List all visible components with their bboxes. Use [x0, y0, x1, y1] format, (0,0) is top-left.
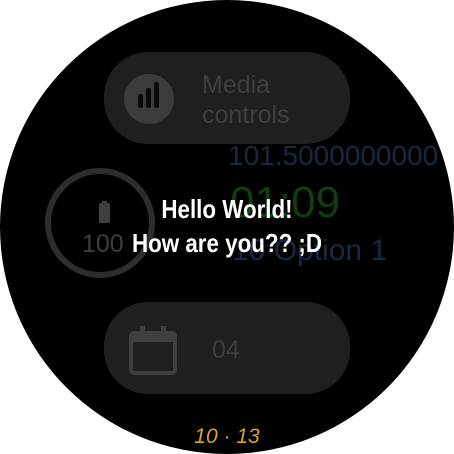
media-controls-label: Media controls — [202, 71, 290, 129]
media-controls-chip[interactable]: Media controls — [104, 52, 350, 144]
calendar-icon — [129, 326, 177, 375]
equalizer-bar — [146, 88, 151, 108]
equalizer-bar — [138, 94, 143, 108]
overlay-message: Hello World! How are you?? ;D — [32, 192, 422, 260]
number-readout: 101.5000000000 — [228, 140, 439, 171]
status-time: 10 · 13 — [194, 425, 260, 448]
equalizer-bar — [154, 82, 159, 108]
overlay-line-2: How are you?? ;D — [131, 228, 323, 258]
equalizer-icon — [124, 74, 174, 124]
overlay-line-1: Hello World! — [161, 194, 293, 224]
calendar-value: 04 — [212, 336, 240, 364]
watch-face: Media controls 100 101.5000000000 01:09 … — [0, 0, 454, 454]
calendar-chip[interactable]: 04 — [104, 302, 350, 394]
